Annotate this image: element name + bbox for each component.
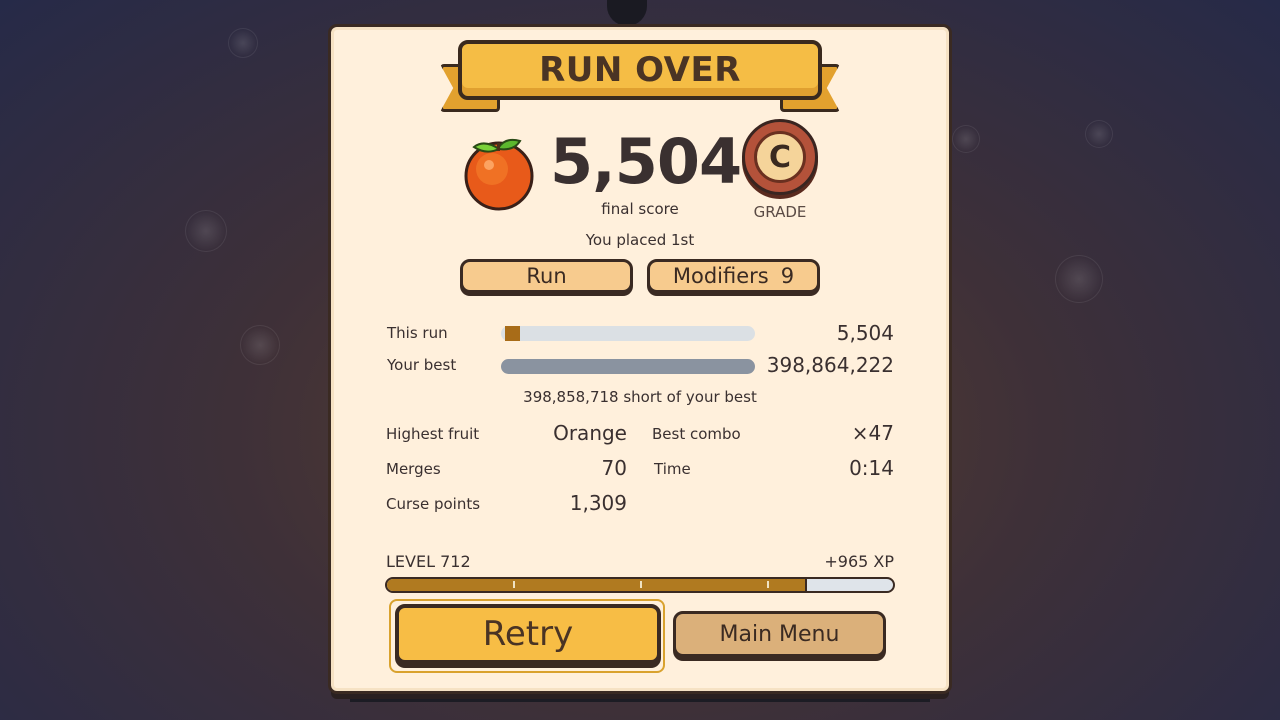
level-label: LEVEL 712 [386,552,471,571]
merges-label: Merges [386,460,441,478]
highest-fruit-label: Highest fruit [386,425,480,443]
curse-points-value: 1,309 [569,491,627,515]
placement-text: You placed 1st [585,231,695,249]
xp-progress-bar [385,577,895,593]
your-best-bar [501,359,755,374]
xp-tick [640,581,642,588]
background-bubble [1055,255,1103,303]
xp-tick [513,581,515,588]
tab-run[interactable]: Run [460,259,633,293]
this-run-bar [501,326,755,341]
time-label: Time [654,460,691,478]
tab-run-label: Run [526,264,567,288]
xp-tick [767,581,769,588]
final-score-label: final score [601,200,679,218]
panel-shadow [350,690,930,702]
main-menu-button[interactable]: Main Menu [673,611,886,657]
retry-button[interactable]: Retry [395,604,661,664]
merges-value: 70 [601,456,627,480]
best-combo-label: Best combo [652,425,741,443]
short-of-best-text: 398,858,718 short of your best [523,388,757,406]
tab-modifiers[interactable]: Modifiers 9 [647,259,820,293]
background-bubble [952,125,980,153]
grade-badge: C [742,119,818,195]
background-bubble [1085,120,1113,148]
best-combo-value: ×47 [851,421,894,445]
panel-hanger [607,0,647,26]
background-bubble [185,210,227,252]
page-title: RUN OVER [539,50,741,90]
background-bubble [240,325,280,365]
time-value: 0:14 [849,456,894,480]
your-best-value: 398,864,222 [766,353,894,377]
this-run-bar-fill [505,326,520,341]
modifiers-count: 9 [780,264,795,288]
title-ribbon: RUN OVER [440,40,840,116]
background-bubble [228,28,258,58]
orange-fruit-icon [464,138,534,211]
ribbon-banner: RUN OVER [458,40,822,100]
this-run-value: 5,504 [836,321,894,345]
tab-modifiers-label: Modifiers [672,264,769,288]
xp-progress-fill [387,579,807,591]
final-score-value: 5,504 [550,125,742,198]
xp-gain: +965 XP [824,552,894,571]
grade-label: GRADE [753,203,807,221]
grade-letter: C [754,131,806,183]
curse-points-label: Curse points [386,495,481,513]
this-run-label: This run [387,324,448,342]
highest-fruit-value: Orange [553,421,627,445]
your-best-label: Your best [387,356,457,374]
